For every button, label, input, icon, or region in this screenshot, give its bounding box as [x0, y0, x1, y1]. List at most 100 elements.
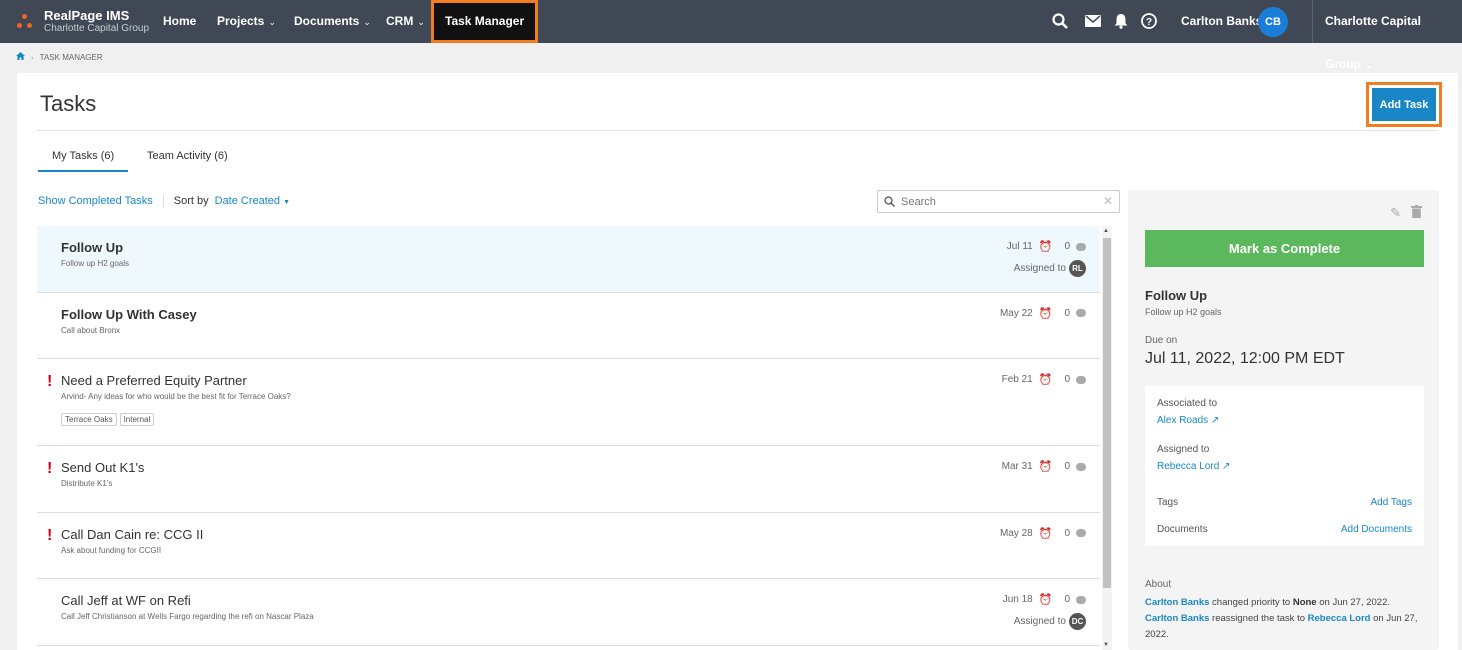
task-description: Arvind- Any ideas for who would be the b…: [61, 392, 291, 401]
sort-dropdown[interactable]: Date Created ▼: [215, 195, 290, 207]
task-description: Call Jeff Christianson at Wells Fargo re…: [61, 612, 314, 621]
associated-link[interactable]: Alex Roads ↗: [1157, 415, 1219, 426]
comment-icon: [1076, 462, 1086, 471]
header-divider: [37, 130, 1438, 131]
nav-documents-label: Documents: [294, 14, 360, 28]
list-toolbar: Show Completed Tasks Sort by Date Create…: [38, 195, 290, 207]
toolbar-divider: [162, 195, 164, 207]
scroll-down-arrow-icon[interactable]: ▼: [1103, 642, 1109, 648]
activity-user-link[interactable]: Carlton Banks: [1145, 597, 1209, 608]
tag[interactable]: Internal: [119, 413, 155, 426]
task-tags: Terrace Oaks Internal: [61, 413, 155, 426]
detail-info-box: Associated to Alex Roads ↗ Assigned to R…: [1145, 386, 1424, 546]
task-due-date: Jun 18: [1002, 594, 1033, 605]
trash-icon[interactable]: [1411, 205, 1422, 221]
chevron-down-icon: ⌄: [417, 17, 425, 27]
nav-documents[interactable]: Documents ⌄: [294, 0, 371, 43]
task-description: Ask about funding for CCGII: [61, 545, 162, 555]
edit-pencil-icon[interactable]: ✎: [1390, 205, 1401, 221]
task-due-date: Jul 11: [1006, 241, 1033, 252]
search-input[interactable]: [901, 195, 1101, 208]
task-item[interactable]: ! Call Dan Cain re: CCG II Ask about fun…: [37, 513, 1100, 579]
mail-icon[interactable]: [1083, 11, 1103, 31]
comment-icon: [1076, 242, 1086, 251]
task-item[interactable]: ! Need a Preferred Equity Partner Arvind…: [37, 359, 1100, 446]
search-icon: [884, 196, 895, 207]
breadcrumb-current: TASK MANAGER: [39, 52, 103, 62]
task-assignee: Assigned to DC: [1014, 613, 1086, 630]
task-meta: Feb 21 ⏰ 0: [1002, 373, 1086, 386]
user-name[interactable]: Carlton Banks: [1181, 0, 1262, 43]
search-icon[interactable]: [1050, 11, 1070, 31]
nav-home[interactable]: Home: [163, 0, 196, 43]
assignee-avatar: DC: [1069, 613, 1086, 630]
help-icon[interactable]: ?: [1139, 11, 1159, 31]
activity-user-link[interactable]: Carlton Banks: [1145, 613, 1209, 624]
task-due-date: Feb 21: [1001, 374, 1033, 385]
associated-label: Associated to: [1157, 398, 1218, 409]
add-documents-link[interactable]: Add Documents: [1341, 524, 1412, 535]
bell-icon[interactable]: [1111, 11, 1131, 31]
task-list-scrollbar[interactable]: ▲ ▼: [1102, 226, 1112, 650]
tab-my-tasks[interactable]: My Tasks (6): [38, 150, 129, 172]
detail-actions: ✎: [1390, 205, 1422, 221]
clear-search-icon[interactable]: ✕: [1103, 194, 1113, 208]
mark-complete-button[interactable]: Mark as Complete: [1145, 230, 1424, 267]
home-icon[interactable]: [16, 52, 25, 62]
tab-team-activity[interactable]: Team Activity (6): [147, 150, 228, 162]
comment-count: 0: [1064, 527, 1070, 539]
task-item[interactable]: Call Jeff at WF on Refi Call Jeff Christ…: [37, 579, 1100, 646]
activity-text: on Jun 27, 2022.: [1316, 597, 1391, 608]
alarm-icon: ⏰: [1038, 594, 1053, 606]
task-list: Follow Up Follow up H2 goals Jul 11 ⏰ 0 …: [37, 226, 1100, 650]
documents-label: Documents: [1157, 524, 1208, 535]
task-item[interactable]: ! Send Out K1's Distribute K1's Mar 31 ⏰…: [37, 446, 1100, 513]
alarm-icon: ⏰: [1038, 241, 1053, 253]
nav-projects[interactable]: Projects ⌄: [217, 0, 276, 43]
assigned-label: Assigned to: [1013, 263, 1066, 274]
priority-icon: !: [47, 526, 53, 544]
nav-task-manager[interactable]: Task Manager: [431, 0, 539, 43]
show-completed-link[interactable]: Show Completed Tasks: [38, 195, 153, 207]
nav-task-manager-label: Task Manager: [445, 14, 525, 28]
task-description: Distribute K1's: [61, 479, 113, 488]
breadcrumb-separator: ›: [31, 52, 34, 62]
task-description: Call about Bronx: [61, 325, 121, 335]
tag[interactable]: Terrace Oaks: [61, 413, 117, 426]
activity-user-link[interactable]: Rebecca Lord: [1308, 613, 1371, 624]
logo[interactable]: RealPage IMS Charlotte Capital Group: [16, 5, 149, 37]
task-title: Need a Preferred Equity Partner: [61, 373, 247, 388]
task-title: Call Dan Cain re: CCG II: [61, 526, 204, 542]
task-meta: Mar 31 ⏰ 0: [1002, 460, 1086, 473]
nav-projects-label: Projects: [217, 14, 265, 28]
add-tags-link[interactable]: Add Tags: [1370, 497, 1412, 508]
task-due-date: May 28: [999, 527, 1033, 539]
activity-text: changed priority to: [1209, 597, 1293, 608]
task-due-date: Mar 31: [1001, 461, 1033, 472]
user-avatar[interactable]: CB: [1258, 7, 1288, 37]
caret-down-icon: ▼: [283, 199, 291, 206]
task-meta: May 28 ⏰ 0: [1000, 527, 1086, 540]
activity-value: None: [1292, 597, 1317, 608]
nav-home-label: Home: [163, 14, 197, 28]
brand-subtitle: Charlotte Capital Group: [44, 22, 150, 34]
task-description: Follow up H2 goals: [61, 259, 130, 268]
brand-name: RealPage IMS: [44, 7, 130, 23]
comment-icon: [1076, 309, 1086, 317]
scroll-up-arrow-icon[interactable]: ▲: [1103, 228, 1109, 234]
detail-title: Follow Up: [1145, 288, 1208, 303]
task-item[interactable]: Follow Up With Casey Call about Bronx Ma…: [37, 293, 1100, 359]
scroll-thumb[interactable]: [1103, 238, 1111, 588]
comment-count: 0: [1064, 594, 1070, 605]
nav-crm[interactable]: CRM ⌄: [386, 0, 425, 43]
chevron-down-icon: ⌄: [363, 17, 371, 27]
alarm-icon: ⏰: [1038, 527, 1053, 540]
task-item[interactable]: Follow Up Follow up H2 goals Jul 11 ⏰ 0 …: [37, 226, 1100, 293]
add-task-button[interactable]: Add Task: [1372, 88, 1436, 121]
svg-text:?: ?: [1146, 17, 1152, 28]
sort-by-label: Sort by: [173, 195, 209, 207]
search-box[interactable]: ✕: [877, 190, 1120, 213]
assigned-link[interactable]: Rebecca Lord ↗: [1157, 461, 1230, 472]
activity-text: reassigned the task to: [1209, 613, 1308, 624]
task-title: Follow Up With Casey: [61, 306, 197, 322]
